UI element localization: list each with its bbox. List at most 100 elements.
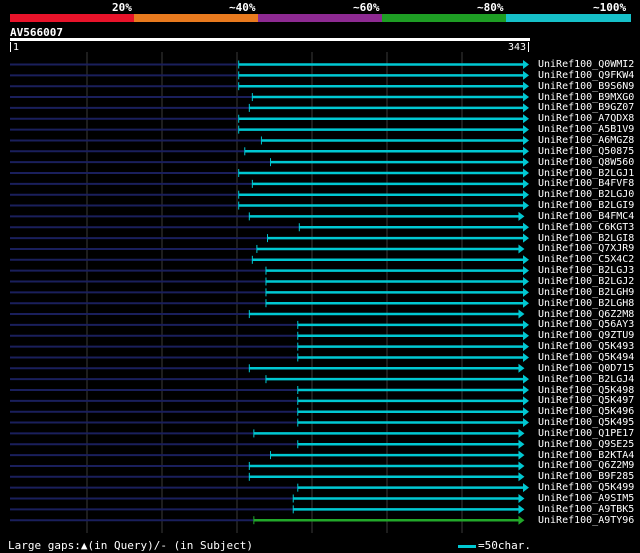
hit-row[interactable] — [10, 70, 529, 80]
hit-label[interactable]: UniRef100_Q5K493 — [538, 341, 634, 352]
hit-label[interactable]: UniRef100_Q9SE25 — [538, 439, 634, 450]
hit-row[interactable] — [10, 201, 529, 211]
hit-row[interactable] — [10, 255, 529, 265]
hit-arrow-icon — [523, 190, 529, 200]
hit-arrow-icon — [523, 233, 529, 243]
hit-row[interactable] — [10, 374, 529, 384]
hit-arrow-icon — [523, 385, 529, 395]
hit-label[interactable]: UniRef100_B2LGH8 — [538, 298, 634, 309]
hit-label[interactable]: UniRef100_Q0D715 — [538, 363, 634, 374]
hit-row[interactable] — [10, 331, 529, 341]
hit-label[interactable]: UniRef100_B2LGH9 — [538, 287, 634, 298]
hit-label[interactable]: UniRef100_Q6Z2M9 — [538, 460, 634, 471]
hit-arrow-icon — [518, 244, 525, 254]
hit-row[interactable] — [10, 418, 529, 428]
hit-row[interactable] — [10, 103, 529, 113]
hit-row[interactable] — [10, 157, 529, 167]
hit-row[interactable] — [10, 190, 529, 200]
hit-arrow-icon — [523, 179, 529, 189]
hit-arrow-icon — [518, 428, 525, 438]
hit-arrow-icon — [518, 472, 525, 482]
hit-arrow-icon — [523, 320, 529, 330]
hit-label[interactable]: UniRef100_A7QDX8 — [538, 113, 634, 124]
hit-row[interactable] — [10, 385, 529, 395]
hit-label[interactable]: UniRef100_B9GZ07 — [538, 102, 634, 113]
hit-row[interactable] — [10, 287, 529, 297]
hit-label[interactable]: UniRef100_A9SIM5 — [538, 493, 634, 504]
hit-arrow-icon — [518, 363, 525, 373]
hit-row[interactable] — [10, 407, 529, 417]
hit-row[interactable] — [10, 114, 529, 124]
hit-row[interactable] — [10, 320, 529, 330]
hit-label[interactable]: UniRef100_A5B1V9 — [538, 124, 634, 135]
hit-label[interactable]: UniRef100_Q9FKW4 — [538, 70, 634, 81]
hit-label[interactable]: UniRef100_Q5K494 — [538, 352, 634, 363]
hit-label[interactable]: UniRef100_B2LGI8 — [538, 233, 634, 244]
hit-label[interactable]: UniRef100_Q5K495 — [538, 417, 634, 428]
scale-legend: =50char. — [458, 539, 531, 552]
hit-label[interactable]: UniRef100_B2LGJ4 — [538, 374, 634, 385]
hit-arrow-icon — [523, 418, 529, 428]
hit-row[interactable] — [10, 179, 529, 189]
hit-label[interactable]: UniRef100_Q0WMI2 — [538, 59, 634, 70]
hit-row[interactable] — [10, 277, 529, 286]
hit-label[interactable]: UniRef100_B2KTA4 — [538, 450, 634, 461]
hit-label[interactable]: UniRef100_B9F285 — [538, 471, 634, 482]
hit-row[interactable] — [10, 298, 529, 308]
hit-arrow-icon — [518, 450, 525, 460]
hit-label[interactable]: UniRef100_B2LGI9 — [538, 200, 634, 211]
hit-label[interactable]: UniRef100_Q5K496 — [538, 406, 634, 417]
hit-label[interactable]: UniRef100_Q5K499 — [538, 482, 634, 493]
hit-label[interactable]: UniRef100_Q6Z2M8 — [538, 309, 634, 320]
hit-label[interactable]: UniRef100_Q50875 — [538, 146, 634, 157]
hit-label[interactable]: UniRef100_B4FVF8 — [538, 178, 634, 189]
hit-label[interactable]: UniRef100_A9TBK5 — [538, 504, 634, 515]
hit-arrow-icon — [523, 201, 529, 211]
hit-arrow-icon — [523, 266, 529, 276]
hit-arrow-icon — [523, 70, 529, 80]
hit-arrow-icon — [523, 277, 529, 286]
hit-arrow-icon — [523, 125, 529, 135]
hit-arrow-icon — [523, 114, 529, 124]
hit-row[interactable] — [10, 92, 529, 102]
hit-label[interactable]: UniRef100_A6MGZ8 — [538, 135, 634, 146]
hit-row[interactable] — [10, 483, 529, 493]
hit-label[interactable]: UniRef100_Q8W560 — [538, 157, 634, 168]
hit-row[interactable] — [10, 125, 529, 135]
hit-arrow-icon — [518, 461, 525, 471]
hit-label[interactable]: UniRef100_B2LGJ2 — [538, 276, 634, 287]
hit-row[interactable] — [10, 60, 529, 69]
hit-arrow-icon — [523, 298, 529, 308]
hit-label[interactable]: UniRef100_B2LGJ3 — [538, 265, 634, 276]
hit-row[interactable] — [10, 266, 529, 276]
hit-row[interactable] — [10, 222, 529, 232]
hit-label[interactable]: UniRef100_B9S6N9 — [538, 81, 634, 92]
hit-row[interactable] — [10, 352, 529, 362]
hit-label[interactable]: UniRef100_C6KGT3 — [538, 222, 634, 233]
hit-label[interactable]: UniRef100_B4FMC4 — [538, 211, 634, 222]
hit-row[interactable] — [10, 396, 529, 406]
hit-row[interactable] — [10, 146, 529, 156]
hit-label[interactable]: UniRef100_Q7XJR9 — [538, 243, 634, 254]
hit-row[interactable] — [10, 81, 529, 91]
hit-arrow-icon — [523, 396, 529, 406]
hit-row[interactable] — [10, 168, 529, 178]
hit-label[interactable]: UniRef100_C5X4C2 — [538, 254, 634, 265]
hit-arrow-icon — [523, 352, 529, 362]
hit-row[interactable] — [10, 135, 529, 145]
hit-arrow-icon — [523, 81, 529, 91]
hit-label[interactable]: UniRef100_A9TY96 — [538, 515, 634, 526]
hit-label[interactable]: UniRef100_Q5K497 — [538, 395, 634, 406]
hit-label[interactable]: UniRef100_B9MXG0 — [538, 92, 634, 103]
hit-label[interactable]: UniRef100_Q1PE17 — [538, 428, 634, 439]
hit-row[interactable] — [10, 342, 529, 352]
hit-arrow-icon — [523, 168, 529, 178]
hit-arrow-icon — [523, 407, 529, 417]
hit-label[interactable]: UniRef100_B2LGJ1 — [538, 168, 634, 179]
hit-label[interactable]: UniRef100_Q56AY3 — [538, 319, 634, 330]
hit-arrow-icon — [518, 515, 525, 525]
hit-label[interactable]: UniRef100_Q5K498 — [538, 385, 634, 396]
hit-row[interactable] — [10, 233, 529, 243]
hit-label[interactable]: UniRef100_B2LGJ0 — [538, 189, 634, 200]
hit-label[interactable]: UniRef100_Q9ZTU9 — [538, 330, 634, 341]
